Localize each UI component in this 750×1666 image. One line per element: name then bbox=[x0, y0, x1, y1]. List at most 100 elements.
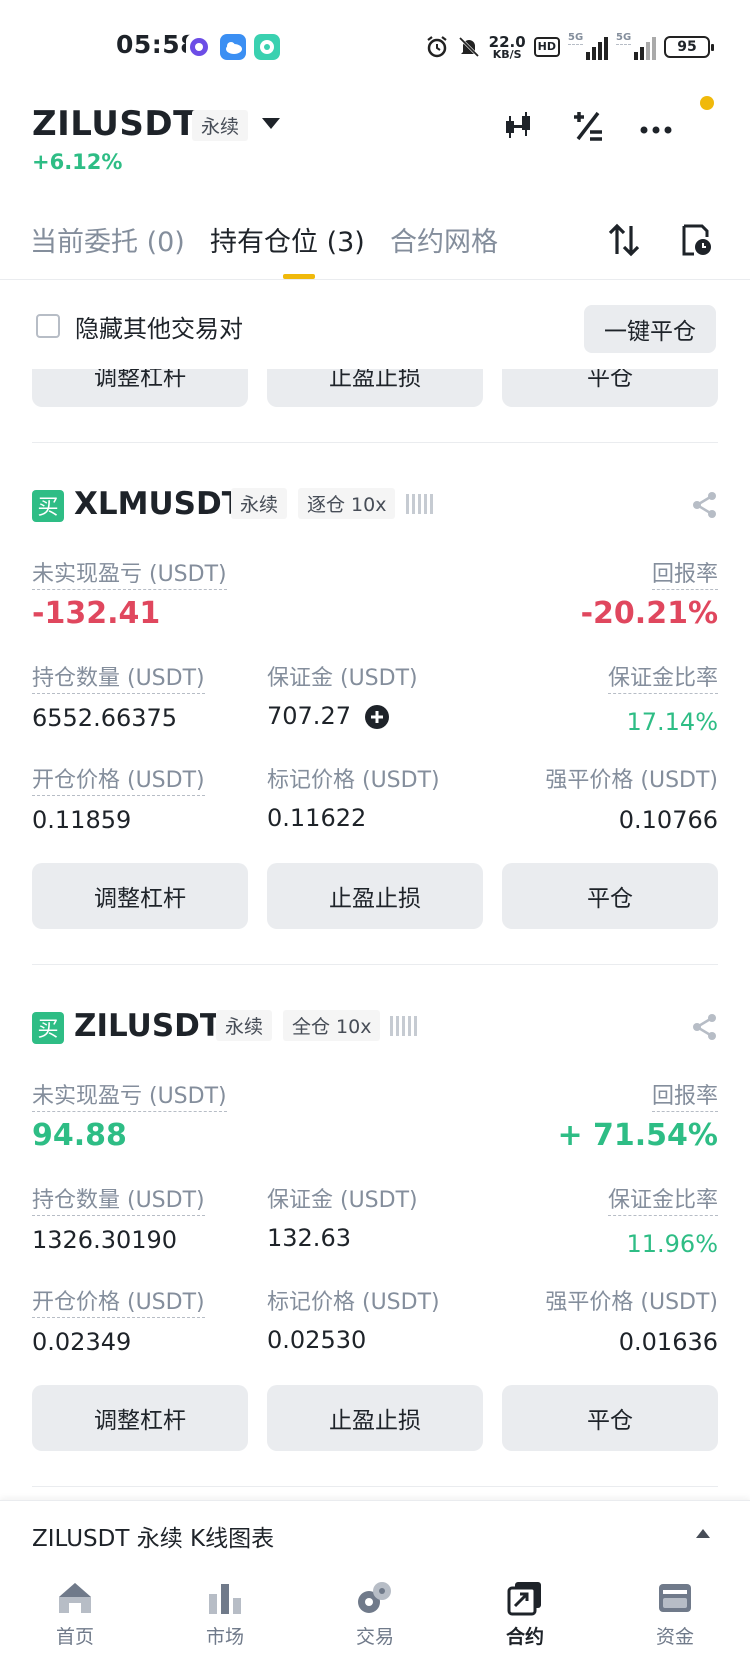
position-symbol[interactable]: XLMUSDT bbox=[74, 486, 243, 522]
status-bar: 05:58 22.0 KB/S HD 5G 5G 95 bbox=[0, 0, 750, 96]
calculator-icon[interactable] bbox=[568, 106, 608, 146]
margin-mode-tag: 全仓 10x bbox=[283, 1010, 381, 1041]
active-tab-indicator bbox=[283, 274, 315, 279]
tpsl-button[interactable]: 止盈止损 bbox=[267, 1385, 483, 1451]
sort-icon[interactable] bbox=[604, 220, 644, 260]
kline-chart-label: ZILUSDT 永续 K线图表 bbox=[32, 1526, 275, 1552]
order-tabs: 当前委托 (0) 持有仓位 (3) 合约网格 bbox=[0, 206, 750, 280]
mark-price-value: 0.11622 bbox=[267, 804, 367, 832]
nav-wallet-label: 资金 bbox=[655, 1626, 694, 1648]
adjust-leverage-button[interactable]: 调整杠杆 bbox=[32, 863, 248, 929]
position-card: 买 ZILUSDT 永续 全仓 10x 未实现盈亏 (USDT) 回报率 94.… bbox=[0, 1008, 750, 1468]
margin-mode-tag: 逐仓 10x bbox=[298, 488, 396, 519]
margin-value: 132.63 bbox=[267, 1224, 351, 1252]
alarm-icon bbox=[425, 35, 449, 59]
margin-ratio-value: 17.14% bbox=[626, 708, 718, 736]
kline-chart-bar[interactable]: ZILUSDT 永续 K线图表 bbox=[0, 1500, 750, 1566]
wallet-icon bbox=[659, 1584, 691, 1612]
hide-other-pairs-checkbox[interactable] bbox=[36, 314, 60, 338]
battery-icon: 95 bbox=[664, 36, 714, 58]
add-margin-icon[interactable] bbox=[364, 704, 390, 730]
trade-icon bbox=[358, 1582, 391, 1613]
position-card: 买 XLMUSDT 永续 逐仓 10x 未实现盈亏 (USDT) 回报率 -13… bbox=[0, 486, 750, 946]
liquidation-price-value: 0.10766 bbox=[618, 806, 718, 834]
margin-value: 707.27 bbox=[267, 702, 351, 730]
history-icon[interactable] bbox=[676, 220, 716, 260]
status-icons: 22.0 KB/S HD 5G 5G 95 bbox=[425, 28, 714, 66]
perpetual-tag: 永续 bbox=[192, 110, 249, 141]
margin-ratio-label: 保证金比率 bbox=[607, 660, 718, 694]
symbol-title[interactable]: ZILUSDT bbox=[32, 104, 197, 144]
divider bbox=[32, 1486, 718, 1487]
position-size-label: 持仓数量 (USDT) bbox=[32, 1182, 205, 1216]
adl-indicator-icon bbox=[406, 494, 433, 514]
position-size-value: 6552.66375 bbox=[32, 704, 178, 732]
position-size-label: 持仓数量 (USDT) bbox=[32, 660, 205, 694]
share-icon[interactable] bbox=[690, 1012, 720, 1042]
unrealized-pnl-label: 未实现盈亏 (USDT) bbox=[32, 1078, 227, 1112]
nav-market[interactable]: 市场 bbox=[175, 1572, 275, 1658]
contract-header: ZILUSDT 永续 +6.12% bbox=[0, 96, 750, 192]
roe-label: 回报率 bbox=[651, 556, 718, 590]
expand-up-icon[interactable] bbox=[696, 1529, 710, 1538]
mark-price-label: 标记价格 (USDT) bbox=[267, 768, 440, 793]
tab-open-orders[interactable]: 当前委托 (0) bbox=[30, 220, 185, 259]
unrealized-pnl-label: 未实现盈亏 (USDT) bbox=[32, 556, 227, 590]
liquidation-price-label: 强平价格 (USDT) bbox=[545, 1290, 718, 1315]
nav-home-label: 首页 bbox=[55, 1626, 94, 1648]
nav-futures-label: 合约 bbox=[505, 1626, 544, 1648]
price-change: +6.12% bbox=[32, 150, 123, 174]
mark-price-value: 0.02530 bbox=[267, 1326, 367, 1354]
divider bbox=[32, 442, 718, 443]
notification-dot bbox=[700, 96, 714, 110]
signal-icon: 5G bbox=[568, 32, 608, 60]
more-icon[interactable] bbox=[636, 106, 676, 146]
hide-other-pairs-label: 隐藏其他交易对 bbox=[75, 315, 243, 343]
divider bbox=[32, 964, 718, 965]
tpsl-button[interactable]: 止盈止损 bbox=[267, 863, 483, 929]
share-icon[interactable] bbox=[690, 490, 720, 520]
roe-value: -20.21% bbox=[580, 596, 718, 631]
network-speed: 22.0 KB/S bbox=[488, 32, 526, 61]
mute-bell-icon bbox=[457, 35, 481, 59]
entry-price-value: 0.02349 bbox=[32, 1328, 132, 1356]
adl-indicator-icon bbox=[390, 1016, 417, 1036]
home-icon bbox=[59, 1583, 91, 1613]
margin-label: 保证金 (USDT) bbox=[267, 666, 418, 691]
close-position-button[interactable]: 平仓 bbox=[502, 1385, 718, 1451]
contract-type-tag: 永续 bbox=[216, 1010, 273, 1041]
chat-notification-icon bbox=[254, 34, 280, 60]
adjust-leverage-button[interactable]: 调整杠杆 bbox=[32, 1385, 248, 1451]
margin-ratio-value: 11.96% bbox=[626, 1230, 718, 1258]
liquidation-price-value: 0.01636 bbox=[618, 1328, 718, 1356]
unrealized-pnl-value: -132.41 bbox=[32, 596, 161, 631]
candlestick-chart-icon[interactable] bbox=[500, 106, 540, 146]
close-position-button[interactable]: 平仓 bbox=[502, 863, 718, 929]
unrealized-pnl-value: 94.88 bbox=[32, 1118, 127, 1153]
buy-side-badge: 买 bbox=[32, 1012, 64, 1044]
symbol-dropdown-caret-icon[interactable] bbox=[262, 118, 280, 129]
contract-type-tag: 永续 bbox=[231, 488, 288, 519]
nav-trade-label: 交易 bbox=[355, 1626, 394, 1648]
tab-positions[interactable]: 持有仓位 (3) bbox=[210, 220, 365, 259]
nav-home[interactable]: 首页 bbox=[25, 1572, 125, 1658]
hd-voice-icon: HD bbox=[533, 37, 560, 57]
tab-grid[interactable]: 合约网格 bbox=[390, 220, 498, 259]
entry-price-label: 开仓价格 (USDT) bbox=[32, 762, 205, 796]
roe-label: 回报率 bbox=[651, 1078, 718, 1112]
margin-label: 保证金 (USDT) bbox=[267, 1188, 418, 1213]
nav-futures[interactable]: 合约 bbox=[475, 1572, 575, 1658]
app-notification-icon bbox=[186, 34, 212, 60]
nav-trade[interactable]: 交易 bbox=[325, 1572, 425, 1658]
entry-price-value: 0.11859 bbox=[32, 806, 132, 834]
mark-price-label: 标记价格 (USDT) bbox=[267, 1290, 440, 1315]
close-all-button[interactable]: 一键平仓 bbox=[584, 305, 716, 353]
buy-side-badge: 买 bbox=[32, 490, 64, 522]
liquidation-price-label: 强平价格 (USDT) bbox=[545, 768, 718, 793]
roe-value: + 71.54% bbox=[557, 1118, 718, 1153]
nav-wallet[interactable]: 资金 bbox=[625, 1572, 725, 1658]
entry-price-label: 开仓价格 (USDT) bbox=[32, 1284, 205, 1318]
position-symbol[interactable]: ZILUSDT bbox=[74, 1008, 221, 1044]
nav-market-label: 市场 bbox=[205, 1626, 244, 1648]
position-size-value: 1326.30190 bbox=[32, 1226, 178, 1254]
